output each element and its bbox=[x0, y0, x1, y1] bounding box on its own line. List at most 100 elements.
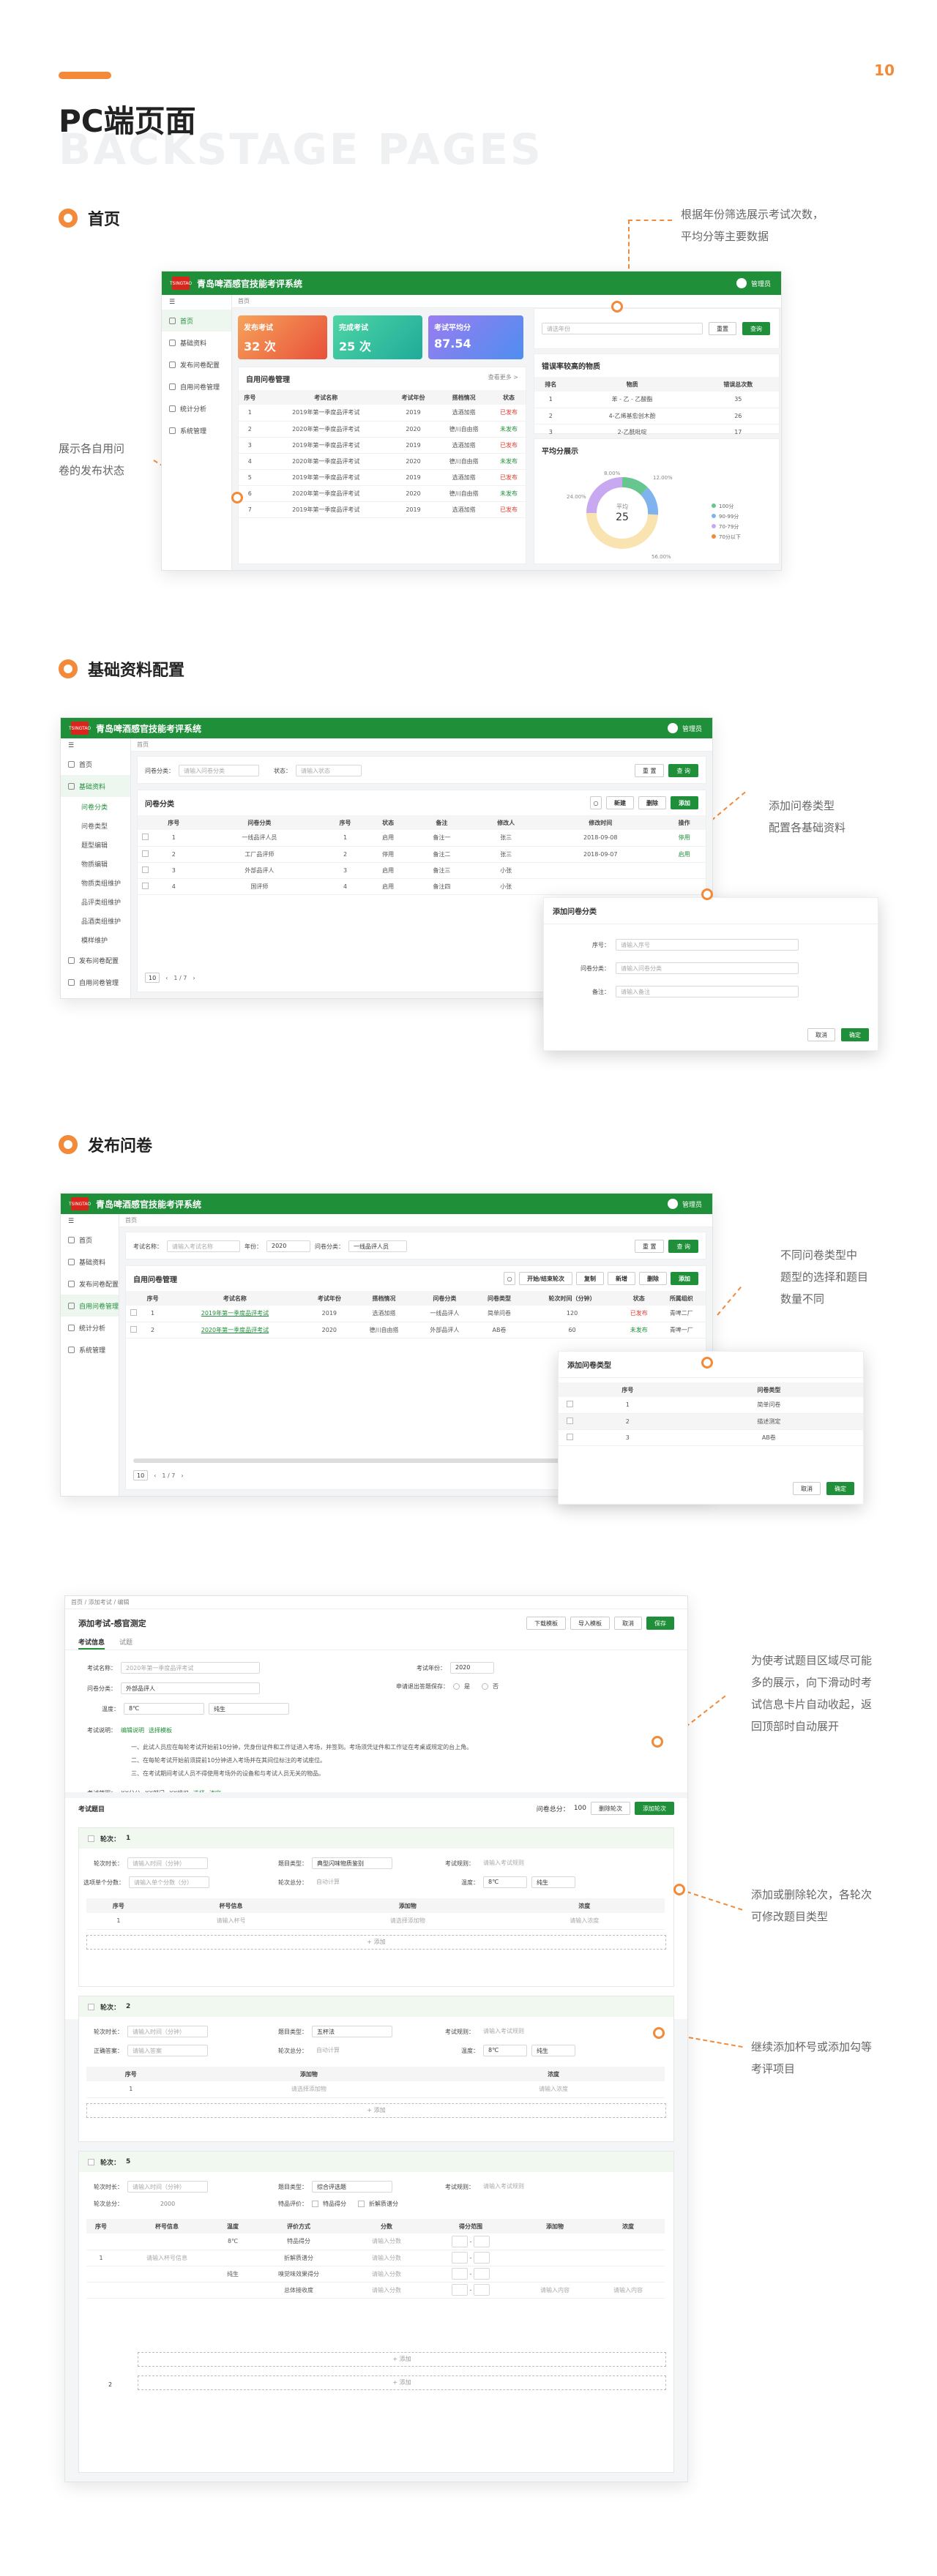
temperature-select[interactable] bbox=[218, 2282, 247, 2299]
table-row[interactable]: 3 2-乙酰吡啶 17 bbox=[534, 424, 779, 441]
question-type-select[interactable]: 综合评选题 bbox=[312, 2181, 392, 2193]
row-checkbox[interactable] bbox=[566, 1417, 573, 1424]
temperature-select[interactable]: 8℃ bbox=[483, 1876, 527, 1888]
new-button[interactable]: 新增 bbox=[608, 1272, 635, 1285]
round-time-input[interactable]: 请输入时间（分钟） bbox=[127, 1857, 208, 1869]
cup-input[interactable]: 请输入杯号信息 bbox=[116, 2250, 218, 2266]
additive-input[interactable] bbox=[518, 2266, 591, 2283]
table-row[interactable]: 7 2019年第一季度品评考试 2019 选酒加搭 已发布 bbox=[239, 501, 526, 518]
menu-toggle-icon[interactable]: ☰ bbox=[61, 1214, 119, 1229]
edit-note-link[interactable]: 编辑说明 bbox=[121, 1726, 144, 1734]
score-input[interactable]: 请输入分数 bbox=[350, 2234, 423, 2250]
table-cell[interactable] bbox=[662, 878, 706, 895]
radio-yes[interactable] bbox=[453, 1683, 460, 1690]
score-input[interactable]: 请输入分数 bbox=[350, 2250, 423, 2266]
category-select[interactable]: 外部品评人 bbox=[121, 1682, 260, 1694]
round-time-input[interactable]: 请输入时间（分钟） bbox=[127, 2181, 208, 2193]
avatar[interactable] bbox=[736, 278, 747, 288]
reset-button[interactable]: 重 置 bbox=[634, 1240, 665, 1253]
submenu-item[interactable]: 问卷类型 bbox=[61, 816, 130, 835]
user-name[interactable]: 管理员 bbox=[682, 724, 702, 733]
additive-input[interactable] bbox=[518, 2234, 591, 2250]
cancel-button[interactable]: 取消 bbox=[807, 1028, 835, 1041]
sidebar-item-stats[interactable]: 统计分析 bbox=[180, 404, 206, 413]
temperature-select[interactable]: 8℃ bbox=[218, 2234, 247, 2250]
table-row[interactable]: 2 4-乙烯基愈创木酚 26 bbox=[534, 408, 779, 424]
refresh-icon[interactable]: ○ bbox=[590, 796, 602, 809]
eval-checkbox[interactable] bbox=[358, 2201, 365, 2207]
beer-type-select[interactable]: 纯生 bbox=[209, 1703, 289, 1715]
temperature-select[interactable]: 纯生 bbox=[218, 2266, 247, 2283]
avatar[interactable] bbox=[667, 723, 678, 733]
table-cell[interactable]: 2019年第一季度品评考试 bbox=[165, 1306, 305, 1322]
table-row[interactable]: 5 2019年第一季度品评考试 2019 选酒加搭 已发布 bbox=[239, 469, 526, 486]
table-row[interactable]: 1苯 - 乙 - 乙酸酯 35 bbox=[534, 392, 779, 408]
exam-name-input[interactable]: 2020年第一季度品评考试 bbox=[121, 1662, 260, 1674]
radio-no[interactable] bbox=[482, 1683, 488, 1690]
confirm-button[interactable]: 确定 bbox=[841, 1028, 869, 1041]
year-select[interactable]: 2020 bbox=[450, 1662, 494, 1674]
concentration-input[interactable] bbox=[591, 2250, 665, 2266]
new-button[interactable]: 新建 bbox=[606, 796, 634, 809]
table-row[interactable]: 1 2019年第一季度品评考试 2019 选酒加搭 已发布 bbox=[239, 405, 526, 422]
row-checkbox[interactable] bbox=[130, 1309, 137, 1317]
temperature-select[interactable] bbox=[218, 2250, 247, 2266]
table-row[interactable]: 3 外部品评人 3 启用 备注三 小张 bbox=[138, 862, 706, 879]
category-name-input[interactable]: 请输入问卷分类 bbox=[616, 962, 799, 974]
sidebar-item-basic[interactable]: 基础资料 bbox=[79, 1257, 105, 1267]
table-cell[interactable]: 启用 bbox=[662, 846, 706, 863]
concentration-input[interactable] bbox=[591, 2234, 665, 2250]
round-checkbox[interactable] bbox=[88, 1835, 94, 1842]
submenu-item[interactable]: 物质类组维护 bbox=[61, 873, 130, 892]
score-input[interactable]: 请输入分数 bbox=[350, 2282, 423, 2299]
table-row[interactable]: 4 2020年第一季度品评考试 2020 德川自由搭 未发布 bbox=[239, 453, 526, 470]
additive-select[interactable]: 请选择添加物 bbox=[175, 2081, 443, 2098]
delete-button[interactable]: 删除 bbox=[638, 796, 666, 809]
add-cup-button[interactable]: + 添加 bbox=[86, 1935, 666, 1950]
submenu-item[interactable]: 品评类组维护 bbox=[61, 892, 130, 911]
sidebar-item-home[interactable]: 首页 bbox=[79, 760, 92, 769]
next-icon[interactable]: › bbox=[181, 1472, 183, 1479]
submenu-item[interactable]: 题型编辑 bbox=[61, 835, 130, 854]
prev-icon[interactable]: ‹ bbox=[165, 975, 168, 981]
sidebar-item-home[interactable]: 首页 bbox=[79, 1235, 92, 1245]
rule-input[interactable]: 请输入考试规则 bbox=[479, 2181, 581, 2193]
remark-input[interactable]: 请输入备注 bbox=[616, 986, 799, 997]
answer-input[interactable]: 请输入答案 bbox=[127, 2045, 208, 2056]
table-row[interactable]: 6 2020年第一季度品评考试 2020 德川自由搭 未发布 bbox=[239, 485, 526, 502]
question-type-select[interactable]: 五杯法 bbox=[312, 2026, 392, 2037]
round-time-input[interactable]: 请输入时间（分钟） bbox=[127, 2026, 208, 2037]
rule-input[interactable]: 请输入考试规则 bbox=[479, 2026, 581, 2037]
year-select[interactable]: 2020 bbox=[266, 1240, 310, 1252]
submenu-item[interactable]: 模样维护 bbox=[61, 930, 130, 949]
category-select[interactable]: 一线品评人员 bbox=[348, 1240, 407, 1252]
reset-button[interactable]: 重置 bbox=[709, 322, 736, 335]
concentration-input[interactable] bbox=[591, 2266, 665, 2283]
tab-exam-info[interactable]: 考试信息 bbox=[78, 1637, 105, 1650]
row-checkbox[interactable] bbox=[141, 850, 149, 857]
submenu-item[interactable]: 品酒类组维护 bbox=[61, 911, 130, 930]
cup-input[interactable] bbox=[116, 2266, 218, 2283]
prev-icon[interactable]: ‹ bbox=[154, 1472, 156, 1479]
temperature-select[interactable]: 8℃ bbox=[124, 1703, 204, 1715]
table-row[interactable]: 1 一线品评人员 1 启用 备注一 张三 2018-09-08 停用 bbox=[138, 830, 706, 847]
sidebar-item-publish[interactable]: 发布问卷配置 bbox=[79, 956, 119, 965]
table-row[interactable]: 3 2019年第一季度品评考试 2019 选酒加搭 已发布 bbox=[239, 437, 526, 454]
beer-type-select[interactable]: 纯生 bbox=[531, 1876, 575, 1888]
delete-button[interactable]: 删除 bbox=[639, 1272, 667, 1285]
cancel-button[interactable]: 取消 bbox=[614, 1617, 642, 1630]
round-checkbox[interactable] bbox=[88, 2158, 94, 2165]
score-range[interactable]: - bbox=[423, 2266, 518, 2283]
delete-round-button[interactable]: 删除轮次 bbox=[591, 1802, 630, 1815]
user-name[interactable]: 管理员 bbox=[682, 1199, 702, 1209]
sidebar-item-system[interactable]: 系统管理 bbox=[180, 426, 206, 435]
avatar[interactable] bbox=[667, 1199, 678, 1209]
row-checkbox[interactable] bbox=[141, 834, 149, 841]
category-input[interactable]: 请输入问卷分类 bbox=[179, 765, 259, 776]
table-cell[interactable]: 2020年第一季度品评考试 bbox=[165, 1322, 305, 1338]
sidebar-item-mine[interactable]: 自用问卷管理 bbox=[79, 978, 119, 987]
exam-name-input[interactable]: 请输入考试名称 bbox=[167, 1240, 240, 1252]
page-size-select[interactable]: 10 bbox=[133, 1470, 149, 1480]
sidebar-item-system[interactable]: 系统管理 bbox=[79, 1345, 105, 1355]
row-checkbox[interactable] bbox=[566, 1433, 573, 1440]
